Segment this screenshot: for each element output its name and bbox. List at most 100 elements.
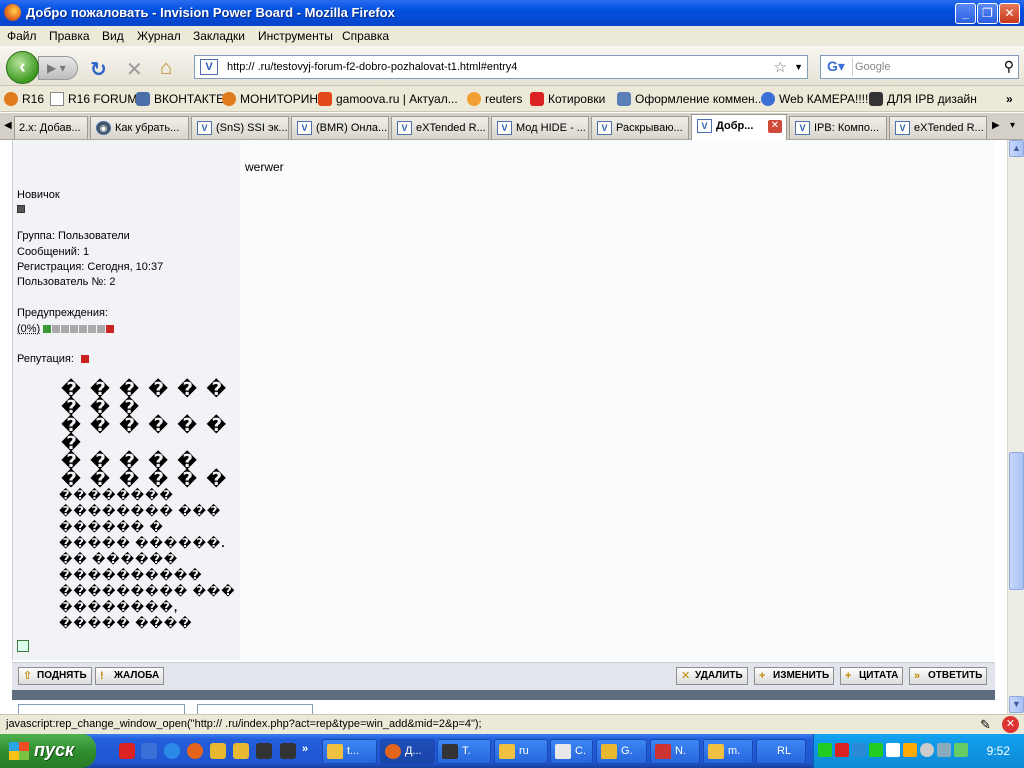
quicklaunch-ie-icon[interactable] xyxy=(164,743,180,759)
tab[interactable]: 2.x: Добав... xyxy=(14,116,88,139)
bookmark-item[interactable]: Оформление коммен... xyxy=(617,92,765,106)
report-button[interactable]: ! ЖАЛОБА xyxy=(95,667,165,685)
quicklaunch-overflow-icon[interactable]: » xyxy=(302,743,308,755)
tab[interactable]: ◉ Как убрать... xyxy=(90,116,189,139)
bookmark-item[interactable]: Котировки xyxy=(530,92,605,106)
bookmark-item[interactable]: Web КАМЕРА!!!! xyxy=(761,92,868,106)
warnings-value[interactable]: (0%) xyxy=(17,323,40,335)
taskbar-button[interactable]: N. xyxy=(650,739,700,764)
tab-scroll-right-icon[interactable]: ▶ xyxy=(992,120,1000,131)
tray-icon[interactable] xyxy=(937,743,951,757)
jump-select-2[interactable] xyxy=(197,704,313,714)
warnings-label: Предупреждения: xyxy=(17,307,109,319)
menu-tools[interactable]: Инструменты xyxy=(258,29,333,43)
window-title: Добро пожаловать - Invision Power Board … xyxy=(26,5,395,20)
warn-plus-icon[interactable] xyxy=(106,325,115,333)
tab[interactable]: V Мод HIDE - ... xyxy=(491,116,589,139)
search-placeholder: Google xyxy=(855,61,891,73)
tab[interactable]: V (SnS) SSI эк... xyxy=(191,116,289,139)
edit-button[interactable]: + ИЗМЕНИТЬ xyxy=(754,667,835,685)
menu-history[interactable]: Журнал xyxy=(137,29,181,43)
quicklaunch-app3-icon[interactable] xyxy=(280,743,296,759)
bookmark-item[interactable]: ДЛЯ IPB дизайн xyxy=(869,92,977,106)
jump-select[interactable] xyxy=(18,704,185,714)
forward-button[interactable]: ▶ ▾ xyxy=(38,56,78,80)
search-icon[interactable]: ⚲ xyxy=(1004,58,1014,75)
address-bar[interactable]: V http:// .ru/testovyj-forum-f2-dobro-po… xyxy=(194,55,808,79)
tray-icon[interactable] xyxy=(818,743,832,757)
reload-icon[interactable]: ↻ xyxy=(90,57,107,82)
address-dropdown-icon[interactable]: ▼ xyxy=(794,62,803,72)
quicklaunch-messenger2-icon[interactable] xyxy=(233,743,249,759)
quicklaunch-messenger-icon[interactable] xyxy=(210,743,226,759)
vertical-scrollbar[interactable]: ▲ ▼ xyxy=(1007,140,1024,714)
taskbar-button[interactable]: RL xyxy=(756,739,806,764)
tab-list-icon[interactable]: ▾ xyxy=(1010,120,1015,131)
post-author-panel: Новичок Группа: Пользователи Сообщений: … xyxy=(12,140,240,660)
stop-icon[interactable]: ✕ xyxy=(126,57,143,82)
bookmark-item[interactable]: ВКОНТАКТЕ xyxy=(136,92,224,106)
tab[interactable]: V (BMR) Онла... xyxy=(291,116,389,139)
bookmark-item[interactable]: R16 FORUM xyxy=(50,92,137,106)
blocked-icon[interactable]: ✕ xyxy=(1002,716,1019,733)
bookmark-star-icon[interactable]: ☆ xyxy=(774,58,787,76)
bookmarks-overflow-icon[interactable]: » xyxy=(1006,92,1013,106)
tray-icon[interactable] xyxy=(835,743,849,757)
menu-bar: Файл Правка Вид Журнал Закладки Инструме… xyxy=(0,26,1024,46)
bookmark-item[interactable]: МОНИТОРИНГ xyxy=(222,92,325,106)
minimize-button[interactable]: _ xyxy=(955,3,976,24)
scroll-down-icon[interactable]: ▼ xyxy=(1009,696,1024,713)
menu-file[interactable]: Файл xyxy=(7,29,37,43)
quicklaunch-opera-icon[interactable] xyxy=(119,743,135,759)
reputation-minus-icon[interactable] xyxy=(80,355,89,363)
menu-bookmarks[interactable]: Закладки xyxy=(193,29,245,43)
bookmark-item[interactable]: gamoova.ru | Актуал... xyxy=(318,92,458,106)
start-button[interactable]: пуск xyxy=(0,734,96,768)
tab-scroll-left-icon[interactable]: ◀ xyxy=(4,120,12,131)
taskbar-button[interactable]: m. xyxy=(703,739,753,764)
tab-close-icon[interactable]: ✕ xyxy=(768,120,782,133)
scroll-thumb[interactable] xyxy=(1009,452,1024,590)
maximize-button[interactable]: ❐ xyxy=(977,3,998,24)
home-icon[interactable]: ⌂ xyxy=(160,57,172,80)
back-button[interactable]: ‹ xyxy=(6,51,39,84)
tab[interactable]: VeXTended R... xyxy=(889,116,987,139)
taskbar-button[interactable]: C. xyxy=(550,739,593,764)
bookmark-item[interactable]: R16 xyxy=(4,92,44,106)
taskbar-button[interactable]: t... xyxy=(322,739,377,764)
taskbar-button[interactable]: T. xyxy=(437,739,491,764)
tray-icon[interactable] xyxy=(920,743,934,757)
addon-icon[interactable]: ✎ xyxy=(980,717,991,733)
address-url[interactable]: http:// .ru/testovyj-forum-f2-dobro-pozh… xyxy=(227,61,517,73)
tab[interactable]: VeXTended R... xyxy=(391,116,489,139)
menu-help[interactable]: Справка xyxy=(342,29,389,43)
delete-button[interactable]: ✕ УДАЛИТЬ xyxy=(676,667,748,685)
warn-minus-icon[interactable] xyxy=(43,325,52,333)
menu-view[interactable]: Вид xyxy=(102,29,124,43)
tray-icon[interactable] xyxy=(886,743,900,757)
tray-icon[interactable] xyxy=(852,743,866,757)
bookmark-item[interactable]: reuters xyxy=(467,92,522,106)
search-box[interactable]: G▾ Google ⚲ xyxy=(820,55,1019,79)
google-engine-icon[interactable]: G▾ xyxy=(823,58,853,76)
tab[interactable]: V IPB: Компо... xyxy=(789,116,887,139)
taskbar-button[interactable]: G. xyxy=(596,739,647,764)
reply-button[interactable]: » ОТВЕТИТЬ xyxy=(909,667,988,685)
tab[interactable]: V Раскрываю... xyxy=(591,116,689,139)
tray-icon[interactable] xyxy=(869,743,883,757)
quicklaunch-app-icon[interactable] xyxy=(141,743,157,759)
menu-edit[interactable]: Правка xyxy=(49,29,90,43)
tray-icon[interactable] xyxy=(903,743,917,757)
taskbar-button[interactable]: ru xyxy=(494,739,548,764)
quicklaunch-app2-icon[interactable] xyxy=(256,743,272,759)
top-button[interactable]: ⇧ ПОДНЯТЬ xyxy=(18,667,92,685)
clock: 9:52 xyxy=(986,744,1010,758)
warnings-bar: (0%) xyxy=(17,323,115,335)
close-button[interactable]: ✕ xyxy=(999,3,1020,24)
tab-active[interactable]: V Добр... ✕ xyxy=(691,114,787,140)
tray-icon[interactable] xyxy=(954,743,968,757)
taskbar-button-active[interactable]: Д... xyxy=(380,739,435,764)
quicklaunch-firefox-icon[interactable] xyxy=(187,743,203,759)
scroll-up-icon[interactable]: ▲ xyxy=(1009,140,1024,157)
quote-button[interactable]: + ЦИТАТА xyxy=(840,667,904,685)
